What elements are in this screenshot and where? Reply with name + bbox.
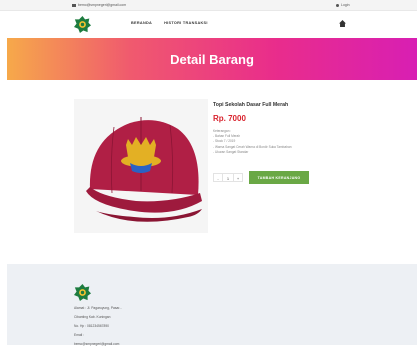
footer-city: Cibanting Kab. Kuningan bbox=[74, 315, 111, 319]
footer-email-label: Email : bbox=[74, 333, 85, 337]
nav-item-histori-transaksi[interactable]: HISTORI TRANSAKSI bbox=[164, 21, 208, 25]
qty-increase-button[interactable]: + bbox=[233, 173, 243, 182]
qty-decrease-button[interactable]: - bbox=[213, 173, 223, 182]
cap-illustration bbox=[74, 99, 208, 233]
footer-contact: Alamat : Jl. Pagaruyung, Pasar... Cibant… bbox=[74, 304, 122, 349]
product-image bbox=[74, 99, 208, 233]
top-bar: bemo@smpnegeri@gmail.com Login bbox=[0, 0, 417, 11]
qty-input[interactable]: 1 bbox=[223, 173, 233, 182]
product-name: Topi Sekolah Dasar Full Merah bbox=[213, 102, 289, 108]
navbar: BERANDA HISTORI TRANSAKSI bbox=[0, 11, 417, 38]
topbar-email-text: bemo@smpnegeri@gmail.com bbox=[78, 3, 127, 7]
login-label: Login bbox=[341, 3, 350, 7]
description-line: - Ukuran Sangat Standar bbox=[213, 149, 249, 154]
page-banner: Detail Barang bbox=[7, 38, 417, 80]
nav-item-beranda[interactable]: BERANDA bbox=[131, 21, 152, 25]
footer-phone: No. Hp : 081234567890 bbox=[74, 324, 110, 328]
footer-logo bbox=[74, 284, 91, 301]
topbar-email[interactable]: bemo@smpnegeri@gmail.com bbox=[72, 3, 126, 7]
footer-address: Alamat : Jl. Pagaruyung, Pasar... bbox=[74, 306, 123, 310]
product-price: Rp. 7000 bbox=[213, 114, 246, 123]
quantity-stepper: - 1 + bbox=[213, 173, 243, 182]
nav-links: BERANDA HISTORI TRANSAKSI bbox=[131, 21, 208, 25]
product-description: Keterangan : - Bahan Full Merah - Stock … bbox=[213, 129, 292, 155]
user-icon bbox=[336, 3, 339, 7]
add-to-cart-button[interactable]: TAMBAH KERANJANG bbox=[249, 171, 309, 184]
cart-icon[interactable] bbox=[339, 20, 346, 27]
site-logo[interactable] bbox=[74, 16, 91, 33]
footer: Alamat : Jl. Pagaruyung, Pasar... Cibant… bbox=[7, 264, 417, 346]
login-link[interactable]: Login bbox=[336, 3, 350, 7]
page-title: Detail Barang bbox=[170, 51, 254, 67]
mail-icon bbox=[72, 3, 76, 7]
